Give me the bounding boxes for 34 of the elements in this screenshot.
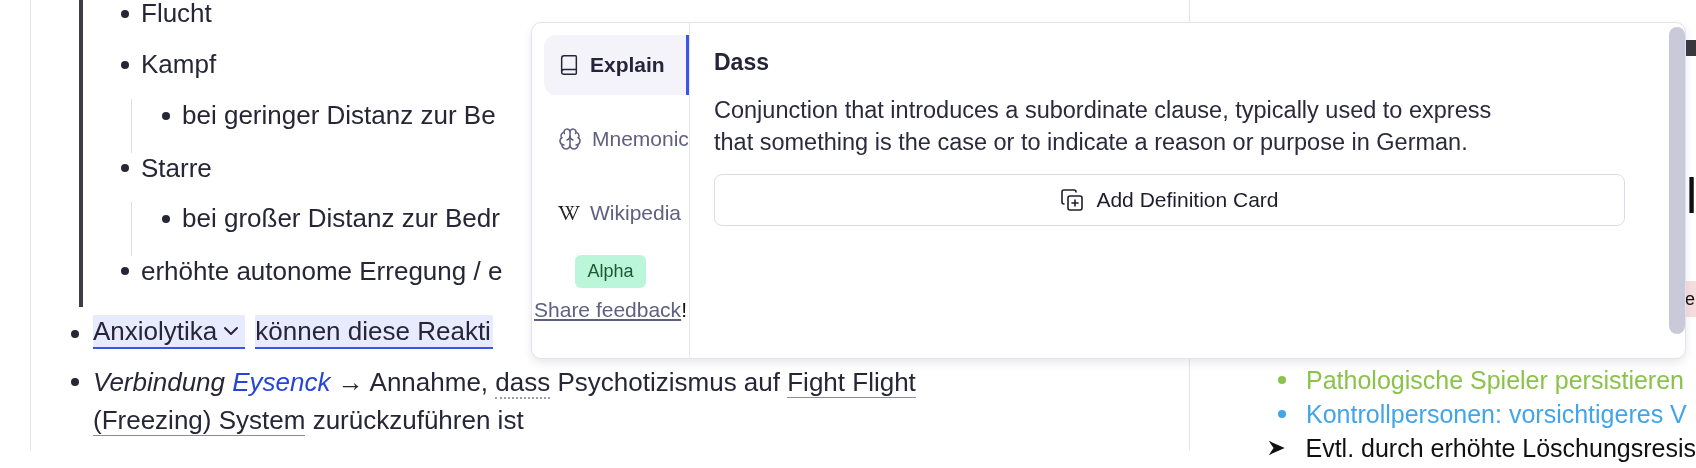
bullet-icon <box>71 330 79 338</box>
brain-icon <box>558 127 582 151</box>
bullet-icon <box>121 60 129 69</box>
slide-title: l <box>1686 167 1696 226</box>
book-icon <box>558 54 580 76</box>
list-item-text: Flucht <box>141 0 212 30</box>
bullet-icon <box>162 111 170 120</box>
feedback-text: Share feedback! <box>534 298 687 322</box>
list-item-text: bei geringer Distanz zur Be <box>182 100 496 131</box>
list-item-text: bei großer Distanz zur Bedr <box>182 203 500 235</box>
slide-text: Pathologische Spieler persistieren <box>1306 365 1684 395</box>
list-item-text: erhöhte autonome Erregung / e <box>141 255 503 287</box>
list-item-text: Kampf <box>141 49 217 81</box>
bullet-icon <box>71 378 79 386</box>
tab[interactable]: Explain <box>544 35 689 95</box>
slide-text: Kontrollpersonen: vorsichtigeres V <box>1306 399 1687 429</box>
card-plus-icon <box>1060 188 1085 212</box>
definition-text: Conjunction that introduces a subordinate clause, typically used to express that something is the case or to indicate a reason or purpose in German. <box>714 96 1493 157</box>
bullet-icon <box>121 267 129 276</box>
word-title: Dass <box>714 49 770 76</box>
alpha-badge: Alpha <box>575 255 646 288</box>
slide-text: Evtl. durch erhöhte Löschungsresis <box>1305 433 1696 463</box>
bullet-icon <box>121 164 129 173</box>
bullet-icon <box>121 9 129 18</box>
feedback-link[interactable]: Share feedback <box>534 298 682 321</box>
list-item-text: Verbindung Eysenck → Annahme, dass Psychotizismus auf Fight Flight (Freezing) System zurückzuführen ist <box>93 366 917 438</box>
tab[interactable]: Mnemonic <box>544 109 689 169</box>
list-item-text: Starre <box>141 152 212 184</box>
highlighted-text: können diese Reakti <box>255 315 493 349</box>
tab[interactable]: Wikipedia <box>544 183 689 243</box>
term-dropdown[interactable]: Anxiolytika <box>93 315 246 349</box>
bullet-icon <box>162 214 170 223</box>
scrollbar[interactable] <box>1669 27 1685 334</box>
add-card-button[interactable]: Add Definition Card <box>714 174 1625 226</box>
